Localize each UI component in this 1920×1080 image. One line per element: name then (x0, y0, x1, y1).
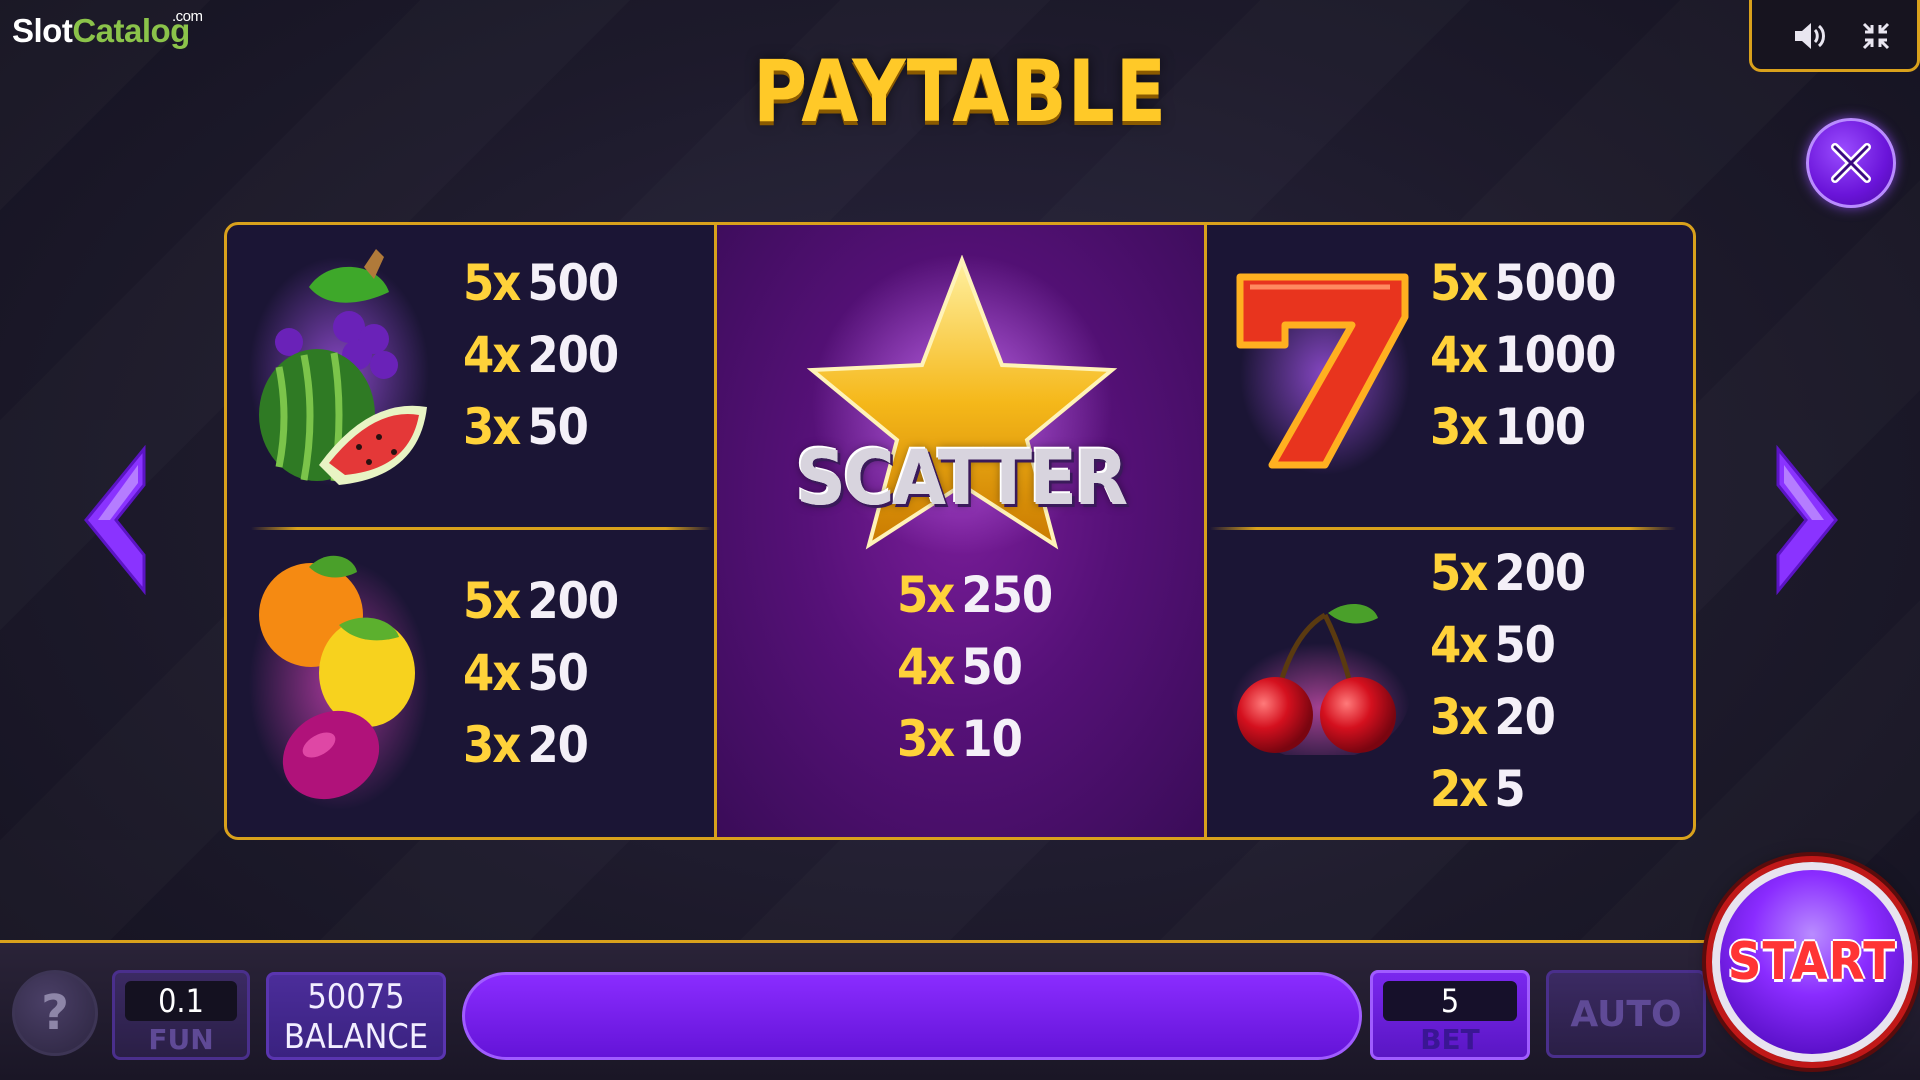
pay-row: 3x 20 (1430, 681, 1585, 753)
bet-value: 5 (1383, 981, 1517, 1021)
pay-multiplier: 3x (1430, 398, 1488, 456)
bet-selector[interactable]: 5 BET (1370, 970, 1530, 1060)
pay-value: 1000 (1494, 326, 1616, 384)
start-label: START (1727, 932, 1897, 992)
pay-multiplier: 5x (1430, 544, 1488, 602)
pay-row: 2x 5 (1430, 753, 1585, 825)
pay-row: 4x 50 (1430, 609, 1585, 681)
pay-value: 100 (1494, 398, 1586, 456)
paytable-scatter-column: SCATTER 5x 250 4x 50 3x 10 (714, 225, 1207, 837)
minimize-icon[interactable] (1856, 16, 1896, 56)
paytable-cherry-pays: 5x 200 4x 50 3x 20 2x 5 (1430, 537, 1586, 825)
pay-value: 50 (1494, 616, 1556, 674)
pay-value: 50 (961, 638, 1023, 696)
pay-value: 20 (1494, 688, 1556, 746)
pay-value: 500 (527, 254, 619, 312)
pay-value: 20 (527, 716, 589, 774)
pay-row: 5x 250 (897, 559, 1053, 631)
logo-suffix: .com (172, 8, 203, 25)
pay-row: 4x 50 (463, 637, 618, 709)
pay-row: 3x 100 (1430, 391, 1616, 463)
pay-multiplier: 3x (1430, 688, 1488, 746)
pay-row: 5x 200 (463, 565, 619, 637)
pay-multiplier: 5x (897, 566, 955, 624)
start-button[interactable]: START (1712, 862, 1912, 1062)
chevron-right-icon (1776, 444, 1838, 596)
coin-value-selector[interactable]: 0.1 FUN (112, 970, 250, 1060)
pay-row: 5x 500 (463, 247, 619, 319)
pay-row: 4x 200 (463, 319, 619, 391)
pay-multiplier: 5x (1430, 254, 1488, 312)
pay-multiplier: 4x (463, 644, 521, 702)
pay-value: 50 (527, 398, 589, 456)
pay-multiplier: 3x (897, 710, 955, 768)
page-title: PAYTABLE (752, 42, 1167, 142)
cherry-symbol (1230, 603, 1410, 755)
scatter-label: SCATTER (795, 433, 1128, 522)
pay-row: 4x 1000 (1430, 319, 1617, 391)
grapes-watermelon-symbol (249, 249, 429, 487)
balance-display: 50075 BALANCE (266, 972, 446, 1060)
paytable-left-column: 5x 500 4x 200 3x 50 5x 200 4x 50 3x 20 (227, 225, 712, 837)
balance-label: BALANCE (283, 1017, 429, 1057)
pay-value: 200 (1494, 544, 1586, 602)
pay-value: 10 (961, 710, 1023, 768)
pay-multiplier: 4x (1430, 616, 1488, 674)
pay-value: 50 (527, 644, 589, 702)
next-page-button[interactable] (1764, 444, 1844, 596)
bet-label: BET (1420, 1023, 1480, 1056)
pay-row: 5x 5000 (1430, 247, 1617, 319)
pay-value: 200 (527, 572, 619, 630)
pay-row: 5x 200 (1430, 537, 1586, 609)
pay-multiplier: 4x (897, 638, 955, 696)
pay-value: 200 (527, 326, 619, 384)
help-button[interactable]: ? (12, 970, 98, 1056)
paytable-right-column: 5x 5000 4x 1000 3x 100 5x 200 4x 50 3x 20 2x 5 (1210, 225, 1693, 837)
message-bar (462, 972, 1362, 1060)
close-button[interactable] (1806, 118, 1896, 208)
pay-multiplier: 2x (1430, 760, 1488, 818)
divider (251, 527, 712, 530)
seven-symbol (1236, 273, 1410, 475)
speaker-icon[interactable] (1790, 16, 1830, 56)
pay-value: 5 (1494, 760, 1525, 818)
coin-label: FUN (148, 1023, 214, 1056)
paytable-seven-pays: 5x 5000 4x 1000 3x 100 (1430, 247, 1617, 463)
pay-multiplier: 3x (463, 716, 521, 774)
logo-text-main: Slot (12, 12, 73, 49)
paytable-scatter-pays: 5x 250 4x 50 3x 10 (897, 559, 1053, 775)
pay-row: 3x 50 (463, 391, 618, 463)
top-controls (1749, 0, 1920, 72)
paytable-fruits-top-pays: 5x 500 4x 200 3x 50 (463, 247, 619, 463)
divider (1210, 527, 1676, 530)
auto-button[interactable]: AUTO (1546, 970, 1706, 1058)
pay-row: 3x 20 (463, 709, 618, 781)
pay-multiplier: 5x (463, 254, 521, 312)
pay-multiplier: 3x (463, 398, 521, 456)
paytable-panel: 5x 500 4x 200 3x 50 5x 200 4x 50 3x 20 S… (224, 222, 1696, 840)
balance-value: 50075 (307, 977, 405, 1017)
pay-value: 250 (961, 566, 1053, 624)
orange-lemon-plum-symbol (249, 555, 429, 810)
pay-row: 3x 10 (897, 703, 1052, 775)
paytable-fruits-bottom-pays: 5x 200 4x 50 3x 20 (463, 565, 619, 781)
pay-row: 4x 50 (897, 631, 1052, 703)
pay-multiplier: 4x (1430, 326, 1488, 384)
pay-value: 5000 (1494, 254, 1616, 312)
chevron-left-icon (84, 444, 146, 596)
prev-page-button[interactable] (78, 444, 158, 596)
pay-multiplier: 5x (463, 572, 521, 630)
coin-value: 0.1 (125, 981, 237, 1021)
close-icon (1831, 143, 1871, 183)
pay-multiplier: 4x (463, 326, 521, 384)
